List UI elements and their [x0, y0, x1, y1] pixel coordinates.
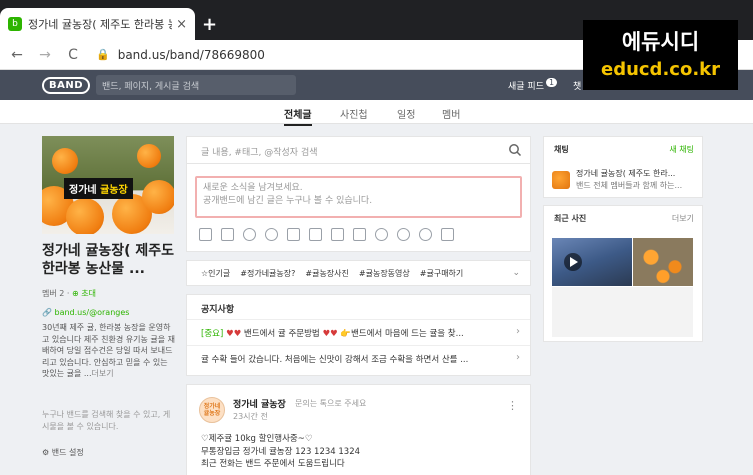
- checkbox-icon[interactable]: [353, 228, 366, 241]
- tab-close-icon[interactable]: ×: [176, 17, 187, 32]
- chat-room-name[interactable]: 정가네 귤농장( 제주도 한라...: [576, 168, 698, 179]
- post-time: 23시간 전: [233, 412, 268, 421]
- tag-popular[interactable]: ☆인기글: [201, 268, 230, 279]
- photo-icon[interactable]: [199, 228, 212, 241]
- chat-title: 채팅: [554, 145, 569, 154]
- attach-icon[interactable]: [287, 228, 300, 241]
- chevron-right-icon: ›: [516, 326, 520, 337]
- chevron-right-icon: ›: [516, 352, 520, 363]
- watermark-text-korean: 에듀시디: [621, 30, 700, 54]
- band-sub-nav: 전체글 사진첩 일정 멤버: [0, 100, 753, 126]
- band-logo[interactable]: BAND: [42, 76, 91, 94]
- watermark-text-domain: educd.co.kr: [600, 59, 721, 80]
- tab-members[interactable]: 멤버: [442, 106, 460, 121]
- band-url-link[interactable]: 🔗 band.us/@oranges: [42, 308, 129, 317]
- more-options-icon[interactable]: ⋮: [507, 399, 518, 412]
- play-icon: [564, 253, 582, 271]
- tag-photos[interactable]: #귤농장사진: [305, 268, 349, 279]
- notice-title: 공지사항: [201, 305, 235, 315]
- chat-card: 채팅 새 채팅 정가네 귤농장( 제주도 한라... 밴드 전체 멤버들과 함께…: [543, 136, 703, 198]
- reload-button[interactable]: C: [62, 47, 84, 63]
- recent-photos-more-link[interactable]: 더보기: [672, 213, 694, 224]
- calendar-icon[interactable]: [309, 228, 322, 241]
- band-search-input[interactable]: 밴드, 페이지, 게시글 검색: [96, 75, 297, 95]
- sticker-icon[interactable]: [221, 228, 234, 241]
- post-card: 정가네 귤농장 정가네 귤농장 문의는 톡으로 주세요 23시간 전 ⋮ ♡제주…: [186, 384, 531, 475]
- recent-photos-card: 최근 사진 더보기: [543, 205, 703, 342]
- chevron-down-icon[interactable]: ⌄: [512, 268, 520, 278]
- band-description: 30년째 제주 귤, 한라봉 농장을 운영하고 있습니다 제주 친환경 유기농 …: [42, 323, 176, 378]
- watermark-overlay: 에듀시디 educd.co.kr: [583, 20, 738, 90]
- invite-button[interactable]: ⊕ 초대: [72, 289, 96, 298]
- location-icon[interactable]: [419, 228, 432, 241]
- post-author-status: 문의는 톡으로 주세요: [295, 399, 367, 408]
- list-icon[interactable]: [331, 228, 344, 241]
- notice-item[interactable]: [중요] ♥♥ 밴드에서 귤 주문방법 ♥♥ 👉밴드에서 마음에 드는 귤을 찾…: [187, 319, 530, 345]
- tag-farm[interactable]: #정가네귤농장?: [240, 268, 295, 279]
- search-icon[interactable]: [508, 143, 522, 157]
- more-tools-icon[interactable]: [441, 228, 454, 241]
- recent-photos-title: 최근 사진: [554, 214, 587, 223]
- write-post-box: 새로운 소식을 남겨보세요. 공개밴드에 남긴 글은 누구나 볼 수 있습니다.: [186, 164, 531, 252]
- chat-room-thumbnail: [552, 171, 570, 189]
- band-cover-image[interactable]: 정가네 귤농장: [42, 136, 174, 234]
- feed-count-badge: 1: [546, 78, 558, 87]
- write-post-textarea[interactable]: 새로운 소식을 남겨보세요. 공개밴드에 남긴 글은 누구나 볼 수 있습니다.: [195, 176, 522, 218]
- url-field[interactable]: band.us/band/78669800: [118, 48, 265, 62]
- post-search-input[interactable]: 글 내용, #태그, @작성자 검색: [186, 136, 531, 164]
- gif-icon[interactable]: [265, 228, 278, 241]
- more-link[interactable]: 더보기: [92, 369, 114, 378]
- band-favicon-icon: b: [8, 17, 22, 31]
- tab-schedule[interactable]: 일정: [397, 106, 415, 121]
- post-toolbar: [199, 228, 454, 241]
- member-count: 멤버 2 · ⊕ 초대: [42, 289, 96, 298]
- video-icon[interactable]: [243, 228, 256, 241]
- band-settings-link[interactable]: ⚙ 밴드 설정: [42, 447, 84, 458]
- quiz-icon[interactable]: [397, 228, 410, 241]
- chat-room-desc: 밴드 전체 멤버들과 함께 하는...: [576, 181, 683, 190]
- post-body: ♡제주귤 10kg 할인행사중~♡ 무통장입금 정가네 귤농장 123 1234…: [201, 434, 361, 469]
- back-button[interactable]: ←: [6, 47, 28, 63]
- tab-all-posts[interactable]: 전체글: [284, 106, 312, 126]
- new-post-feed-link[interactable]: 새글 피드: [508, 79, 544, 92]
- browser-tab[interactable]: b 정가네 귤농장( 제주도 한라봉 농 ×: [0, 8, 195, 40]
- tab-title: 정가네 귤농장( 제주도 한라봉 농: [28, 18, 173, 31]
- post-author[interactable]: 정가네 귤농장: [233, 397, 286, 410]
- avatar[interactable]: 정가네 귤농장: [199, 397, 225, 423]
- recent-video-thumbnail[interactable]: [552, 238, 632, 286]
- notice-item[interactable]: 귤 수확 들어 갔습니다. 처음에는 신맛이 강해서 조금 수확을 하면서 산를…: [187, 345, 530, 371]
- forward-button[interactable]: →: [34, 47, 56, 63]
- band-name[interactable]: 정가네 귤농장( 제주도 한라봉 농산물 ...: [42, 242, 177, 278]
- tab-photo-album[interactable]: 사진첩: [340, 106, 368, 121]
- photo-placeholder: [552, 287, 693, 337]
- cover-label: 정가네 귤농장: [64, 178, 133, 199]
- public-band-hint: 누구나 밴드를 검색해 찾을 수 있고, 게시물을 볼 수 있습니다.: [42, 410, 171, 431]
- tag-buy[interactable]: #귤구매하기: [420, 268, 464, 279]
- notice-card: 공지사항 [중요] ♥♥ 밴드에서 귤 주문방법 ♥♥ 👉밴드에서 마음에 드는…: [186, 294, 531, 376]
- new-chat-button[interactable]: 새 채팅: [669, 144, 694, 155]
- vote-icon[interactable]: [375, 228, 388, 241]
- tag-videos[interactable]: #귤농장동영상: [359, 268, 410, 279]
- lock-icon[interactable]: 🔒: [96, 48, 110, 61]
- chat-link[interactable]: 챗: [573, 79, 581, 92]
- hashtag-bar: ☆인기글 #정가네귤농장? #귤농장사진 #귤농장동영상 #귤구매하기 ⌄: [186, 260, 531, 286]
- recent-photo-thumbnail[interactable]: [633, 238, 693, 286]
- new-tab-button[interactable]: +: [202, 14, 217, 35]
